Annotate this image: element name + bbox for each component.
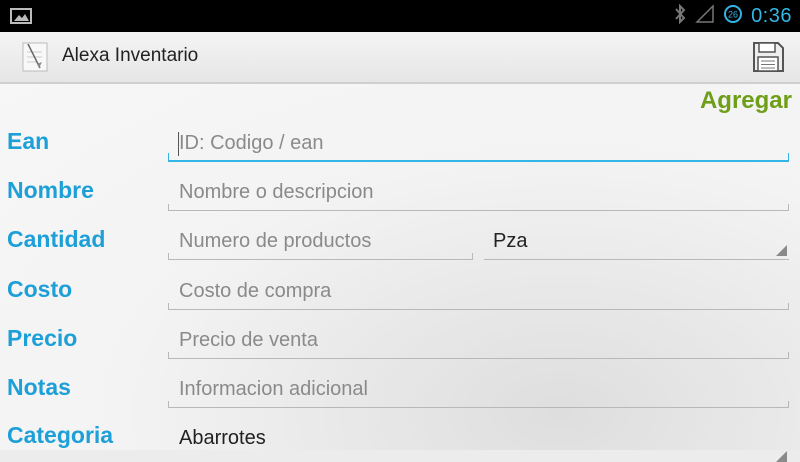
cantidad-label: Cantidad [7,226,106,252]
categoria-spinner[interactable]: Abarrotes [168,418,789,462]
bluetooth-icon [673,3,687,28]
inventory-form: Agregar Ean ID: Codigo / ean Nombre Nomb… [0,84,800,462]
gallery-icon [10,8,32,24]
nombre-input[interactable]: Nombre o descripcion [168,173,789,211]
agregar-button[interactable]: Agregar [700,87,792,115]
unit-spinner[interactable]: Pza [484,222,789,260]
action-bar: Alexa Inventario [0,32,800,84]
costo-placeholder: Costo de compra [179,280,332,302]
dropdown-arrow-icon [776,245,787,256]
battery-icon: 26 [723,4,743,28]
notas-label: Notas [7,374,71,400]
notas-input[interactable]: Informacion adicional [168,370,789,408]
nombre-label: Nombre [7,177,94,203]
signal-icon [695,4,715,28]
ean-input[interactable]: ID: Codigo / ean [168,124,789,162]
status-icons: 26 0:36 [673,0,792,32]
status-bar: 26 0:36 [0,0,800,32]
cantidad-input[interactable]: Numero de productos [168,222,473,260]
precio-placeholder: Precio de venta [179,329,318,351]
costo-input[interactable]: Costo de compra [168,272,789,310]
ean-label: Ean [7,128,50,154]
unit-value: Pza [493,230,528,252]
precio-label: Precio [7,325,78,351]
costo-label: Costo [7,276,73,302]
categoria-label: Categoria [7,422,114,448]
dropdown-arrow-icon [776,451,787,462]
cantidad-placeholder: Numero de productos [179,230,372,252]
categoria-value: Abarrotes [179,427,266,449]
ean-placeholder: ID: Codigo / ean [179,132,324,154]
nombre-placeholder: Nombre o descripcion [179,181,374,203]
svg-text:26: 26 [728,10,738,20]
app-title: Alexa Inventario [62,45,199,66]
notas-placeholder: Informacion adicional [179,378,368,400]
floppy-disk-icon[interactable] [750,40,786,74]
precio-input[interactable]: Precio de venta [168,321,789,359]
clock: 0:36 [751,4,792,27]
notepad-icon[interactable] [20,40,52,74]
